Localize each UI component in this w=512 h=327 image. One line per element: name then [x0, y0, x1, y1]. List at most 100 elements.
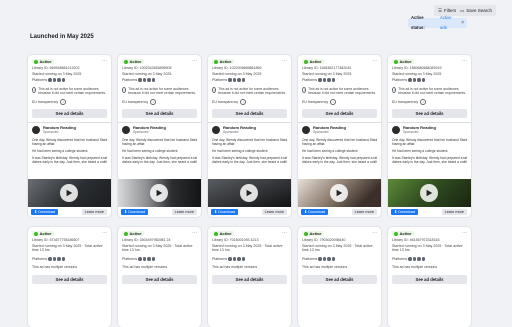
multiple-versions-note: This ad has multiple versions	[212, 265, 258, 269]
platforms: Platforms	[302, 257, 336, 261]
see-ad-details-button[interactable]: See ad details	[32, 109, 107, 118]
see-ad-details-button[interactable]: See ad details	[32, 275, 107, 284]
messenger-icon	[237, 78, 241, 82]
download-button[interactable]: ⬇ Download	[121, 209, 149, 215]
ad-body-line: having an affair.	[212, 142, 236, 146]
messenger-icon	[417, 78, 421, 82]
more-options-icon[interactable]: ⋯	[192, 58, 197, 64]
ad-body-line: He had been seeing a college student.	[32, 149, 89, 153]
more-options-icon[interactable]: ⋯	[372, 58, 377, 64]
info-icon: i	[122, 87, 127, 93]
close-icon[interactable]: ×	[461, 18, 464, 28]
facebook-icon	[408, 78, 412, 82]
more-options-icon[interactable]: ⋯	[192, 230, 197, 236]
eu-transparency[interactable]: EU transparency i	[32, 99, 67, 105]
see-ad-details-button[interactable]: See ad details	[392, 275, 467, 284]
info-icon: i	[302, 87, 307, 93]
card-actions: ⬇ Download Learn more	[28, 207, 111, 217]
save-search-button[interactable]: ▭ Save Search	[456, 5, 497, 16]
card-actions: ⬇ Download Learn more	[388, 207, 471, 217]
facebook-icon	[318, 78, 322, 82]
audience-network-icon	[331, 78, 336, 82]
play-icon[interactable]	[330, 184, 348, 202]
eu-transparency[interactable]: EU transparency i	[302, 99, 337, 105]
more-options-icon[interactable]: ⋯	[102, 58, 107, 64]
play-icon[interactable]	[240, 184, 258, 202]
play-icon[interactable]	[150, 184, 168, 202]
sponsored-label: Sponsored	[223, 129, 239, 134]
eu-transparency[interactable]: EU transparency i	[212, 99, 247, 105]
more-options-icon[interactable]: ⋯	[462, 230, 467, 236]
divider	[298, 122, 381, 123]
more-options-icon[interactable]: ⋯	[102, 230, 107, 236]
instagram-icon	[52, 257, 57, 261]
active-dot-icon	[394, 231, 398, 236]
info-icon: i	[60, 99, 67, 105]
see-ad-details-button[interactable]: See ad details	[212, 275, 287, 284]
download-button[interactable]: ⬇ Download	[31, 209, 59, 215]
learn-more-button[interactable]: Learn more	[351, 209, 377, 215]
see-ad-details-button[interactable]: See ad details	[122, 275, 197, 284]
more-options-icon[interactable]: ⋯	[462, 58, 467, 64]
avatar[interactable]	[302, 126, 310, 134]
multiple-versions-note: This ad has multiple versions	[32, 265, 78, 269]
advertiser: Random Reading Sponsored	[302, 125, 346, 134]
facebook-icon	[138, 257, 142, 261]
learn-more-button[interactable]: Learn more	[171, 209, 197, 215]
library-id: Library ID: 574577755186507	[32, 238, 80, 242]
avatar[interactable]	[392, 126, 400, 134]
see-ad-details-button[interactable]: See ad details	[122, 109, 197, 118]
see-ad-details-button[interactable]: See ad details	[302, 109, 377, 118]
instagram-icon	[142, 257, 147, 261]
status-badge: Active	[32, 231, 54, 236]
section-title: Launched in May 2025	[30, 34, 94, 40]
more-options-icon[interactable]: ⋯	[282, 230, 287, 236]
see-ad-details-button[interactable]: See ad details	[392, 109, 467, 118]
video-thumbnail[interactable]	[208, 179, 291, 207]
video-thumbnail[interactable]	[28, 179, 111, 207]
play-icon[interactable]	[60, 184, 78, 202]
see-ad-details-button[interactable]: See ad details	[302, 275, 377, 284]
audience-network-icon	[241, 78, 246, 82]
ad-body-line: He had been seeing a college student.	[392, 149, 449, 153]
eu-transparency[interactable]: EU transparency i	[392, 99, 427, 105]
play-icon[interactable]	[420, 184, 438, 202]
sponsored-label: Sponsored	[133, 129, 149, 134]
divider	[28, 122, 111, 123]
see-ad-details-button[interactable]: See ad details	[212, 109, 287, 118]
avatar[interactable]	[32, 126, 40, 134]
library-id: Library ID: 1002342653895905	[122, 66, 172, 70]
learn-more-button[interactable]: Learn more	[441, 209, 467, 215]
more-options-icon[interactable]: ⋯	[282, 58, 287, 64]
download-button[interactable]: ⬇ Download	[391, 209, 419, 215]
card-actions: ⬇ Download Learn more	[118, 207, 201, 217]
platforms: Platforms	[302, 78, 336, 82]
ad-row: Active ⋯ Library ID: 669948881213202 Sta…	[28, 55, 471, 217]
info-notice: i This ad is not active for some audienc…	[302, 87, 376, 95]
platforms: Platforms	[392, 257, 426, 261]
ad-body-line: dishes early in the day. Just then, she …	[32, 160, 107, 164]
download-button[interactable]: ⬇ Download	[301, 209, 329, 215]
video-thumbnail[interactable]	[388, 179, 471, 207]
learn-more-button[interactable]: Learn more	[261, 209, 287, 215]
save-search-label: Save Search	[466, 8, 493, 13]
avatar[interactable]	[122, 126, 130, 134]
messenger-icon	[57, 257, 61, 261]
video-thumbnail[interactable]	[298, 179, 381, 207]
video-thumbnail[interactable]	[118, 179, 201, 207]
facebook-icon	[138, 78, 142, 82]
more-options-icon[interactable]: ⋯	[372, 230, 377, 236]
active-status-filter-chip[interactable]: Active status: Active ads ×	[408, 15, 467, 30]
avatar[interactable]	[212, 126, 220, 134]
download-button[interactable]: ⬇ Download	[211, 209, 239, 215]
messenger-icon	[147, 78, 151, 82]
learn-more-button[interactable]: Learn more	[81, 209, 107, 215]
platforms: Platforms	[392, 78, 426, 82]
status-badge: Active	[302, 59, 324, 64]
info-notice: i This ad is not active for some audienc…	[392, 87, 466, 95]
ad-card: Active ⋯ Library ID: 461567972318316 Sta…	[388, 227, 471, 327]
eu-transparency[interactable]: EU transparency i	[122, 99, 157, 105]
info-icon: i	[240, 99, 247, 105]
ad-card: Active ⋯ Library ID: 1860680684083919 St…	[388, 55, 471, 217]
messenger-icon	[57, 78, 61, 82]
